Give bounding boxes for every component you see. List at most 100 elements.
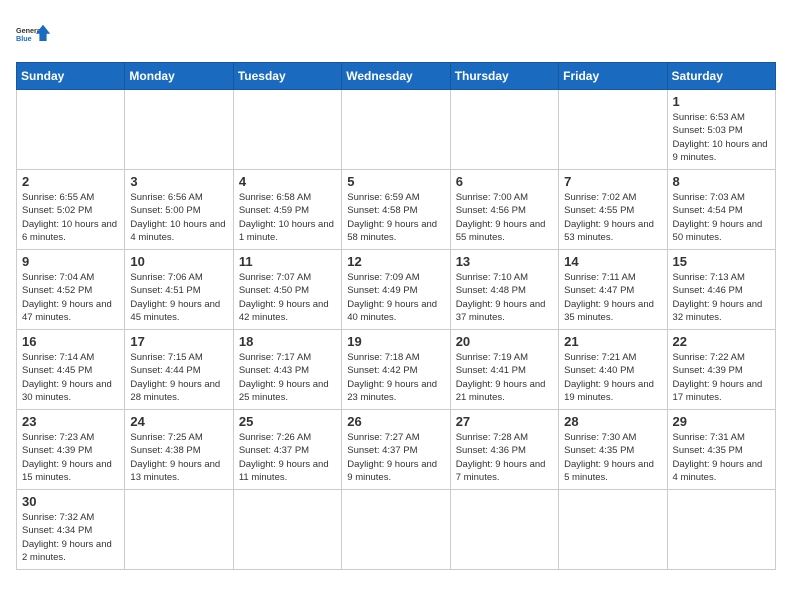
day-number: 2	[22, 174, 119, 189]
day-number: 15	[673, 254, 770, 269]
day-cell: 15 Sunrise: 7:13 AM Sunset: 4:46 PM Dayli…	[667, 250, 775, 330]
day-cell: 1 Sunrise: 6:53 AM Sunset: 5:03 PM Daylig…	[667, 90, 775, 170]
day-cell	[342, 90, 450, 170]
day-cell: 10 Sunrise: 7:06 AM Sunset: 4:51 PM Dayli…	[125, 250, 233, 330]
day-cell	[450, 490, 558, 570]
day-number: 30	[22, 494, 119, 509]
day-number: 17	[130, 334, 227, 349]
day-cell: 20 Sunrise: 7:19 AM Sunset: 4:41 PM Dayli…	[450, 330, 558, 410]
day-info: Sunrise: 7:02 AM Sunset: 4:55 PM Dayligh…	[564, 191, 661, 244]
day-cell: 24Sunrise: 7:25 AM Sunset: 4:38 PM Dayli…	[125, 410, 233, 490]
day-cell	[17, 90, 125, 170]
day-number: 8	[673, 174, 770, 189]
day-number: 1	[673, 94, 770, 109]
day-cell: 13Sunrise: 7:10 AM Sunset: 4:48 PM Dayli…	[450, 250, 558, 330]
day-cell: 14 Sunrise: 7:11 AM Sunset: 4:47 PM Dayli…	[559, 250, 667, 330]
page-header: GeneralBlue	[16, 16, 776, 52]
header-cell-monday: Monday	[125, 63, 233, 90]
day-number: 16	[22, 334, 119, 349]
day-info: Sunrise: 7:14 AM Sunset: 4:45 PM Dayligh…	[22, 351, 119, 404]
day-number: 10	[130, 254, 227, 269]
day-cell: 29Sunrise: 7:31 AM Sunset: 4:35 PM Dayli…	[667, 410, 775, 490]
day-cell: 3 Sunrise: 6:56 AM Sunset: 5:00 PM Daylig…	[125, 170, 233, 250]
day-info: Sunrise: 7:11 AM Sunset: 4:47 PM Dayligh…	[564, 271, 661, 324]
day-cell: 22 Sunrise: 7:22 AM Sunset: 4:39 PM Dayli…	[667, 330, 775, 410]
day-info: Sunrise: 7:30 AM Sunset: 4:35 PM Dayligh…	[564, 431, 661, 484]
day-info: Sunrise: 6:59 AM Sunset: 4:58 PM Dayligh…	[347, 191, 444, 244]
day-number: 19	[347, 334, 444, 349]
day-info: Sunrise: 7:06 AM Sunset: 4:51 PM Dayligh…	[130, 271, 227, 324]
day-cell: 23Sunrise: 7:23 AM Sunset: 4:39 PM Dayli…	[17, 410, 125, 490]
day-cell: 19Sunrise: 7:18 AM Sunset: 4:42 PM Dayli…	[342, 330, 450, 410]
day-number: 23	[22, 414, 119, 429]
day-number: 28	[564, 414, 661, 429]
logo-icon: GeneralBlue	[16, 16, 52, 52]
header-cell-tuesday: Tuesday	[233, 63, 341, 90]
day-info: Sunrise: 7:32 AM Sunset: 4:34 PM Dayligh…	[22, 511, 119, 564]
day-cell: 30 Sunrise: 7:32 AM Sunset: 4:34 PM Dayli…	[17, 490, 125, 570]
day-cell: 11 Sunrise: 7:07 AM Sunset: 4:50 PM Dayli…	[233, 250, 341, 330]
day-cell: 26Sunrise: 7:27 AM Sunset: 4:37 PM Dayli…	[342, 410, 450, 490]
day-cell	[559, 490, 667, 570]
day-cell	[667, 490, 775, 570]
day-number: 24	[130, 414, 227, 429]
day-cell	[559, 90, 667, 170]
day-number: 7	[564, 174, 661, 189]
week-row-3: 9 Sunrise: 7:04 AM Sunset: 4:52 PM Daylig…	[17, 250, 776, 330]
day-cell: 2 Sunrise: 6:55 AM Sunset: 5:02 PM Daylig…	[17, 170, 125, 250]
day-number: 18	[239, 334, 336, 349]
day-number: 12	[347, 254, 444, 269]
day-info: Sunrise: 6:58 AM Sunset: 4:59 PM Dayligh…	[239, 191, 336, 244]
day-info: Sunrise: 6:56 AM Sunset: 5:00 PM Dayligh…	[130, 191, 227, 244]
day-number: 14	[564, 254, 661, 269]
day-cell: 6 Sunrise: 7:00 AM Sunset: 4:56 PM Daylig…	[450, 170, 558, 250]
day-cell: 9 Sunrise: 7:04 AM Sunset: 4:52 PM Daylig…	[17, 250, 125, 330]
header-row: SundayMondayTuesdayWednesdayThursdayFrid…	[17, 63, 776, 90]
day-number: 9	[22, 254, 119, 269]
day-info: Sunrise: 7:22 AM Sunset: 4:39 PM Dayligh…	[673, 351, 770, 404]
day-cell: 27Sunrise: 7:28 AM Sunset: 4:36 PM Dayli…	[450, 410, 558, 490]
day-info: Sunrise: 7:07 AM Sunset: 4:50 PM Dayligh…	[239, 271, 336, 324]
day-cell	[233, 490, 341, 570]
day-info: Sunrise: 7:15 AM Sunset: 4:44 PM Dayligh…	[130, 351, 227, 404]
calendar-table: SundayMondayTuesdayWednesdayThursdayFrid…	[16, 62, 776, 570]
day-info: Sunrise: 7:31 AM Sunset: 4:35 PM Dayligh…	[673, 431, 770, 484]
svg-text:Blue: Blue	[16, 34, 32, 43]
day-number: 25	[239, 414, 336, 429]
week-row-2: 2 Sunrise: 6:55 AM Sunset: 5:02 PM Daylig…	[17, 170, 776, 250]
day-info: Sunrise: 7:04 AM Sunset: 4:52 PM Dayligh…	[22, 271, 119, 324]
day-number: 3	[130, 174, 227, 189]
day-info: Sunrise: 7:09 AM Sunset: 4:49 PM Dayligh…	[347, 271, 444, 324]
day-number: 21	[564, 334, 661, 349]
day-cell: 16 Sunrise: 7:14 AM Sunset: 4:45 PM Dayli…	[17, 330, 125, 410]
day-cell: 7 Sunrise: 7:02 AM Sunset: 4:55 PM Daylig…	[559, 170, 667, 250]
logo: GeneralBlue	[16, 16, 52, 52]
day-info: Sunrise: 7:00 AM Sunset: 4:56 PM Dayligh…	[456, 191, 553, 244]
day-number: 11	[239, 254, 336, 269]
day-info: Sunrise: 6:53 AM Sunset: 5:03 PM Dayligh…	[673, 111, 770, 164]
day-number: 20	[456, 334, 553, 349]
day-cell	[450, 90, 558, 170]
day-info: Sunrise: 7:13 AM Sunset: 4:46 PM Dayligh…	[673, 271, 770, 324]
day-cell: 21 Sunrise: 7:21 AM Sunset: 4:40 PM Dayli…	[559, 330, 667, 410]
header-cell-sunday: Sunday	[17, 63, 125, 90]
week-row-4: 16 Sunrise: 7:14 AM Sunset: 4:45 PM Dayli…	[17, 330, 776, 410]
header-cell-thursday: Thursday	[450, 63, 558, 90]
day-cell: 18Sunrise: 7:17 AM Sunset: 4:43 PM Dayli…	[233, 330, 341, 410]
day-info: Sunrise: 6:55 AM Sunset: 5:02 PM Dayligh…	[22, 191, 119, 244]
day-number: 4	[239, 174, 336, 189]
day-info: Sunrise: 7:26 AM Sunset: 4:37 PM Dayligh…	[239, 431, 336, 484]
week-row-5: 23Sunrise: 7:23 AM Sunset: 4:39 PM Dayli…	[17, 410, 776, 490]
day-number: 13	[456, 254, 553, 269]
day-info: Sunrise: 7:21 AM Sunset: 4:40 PM Dayligh…	[564, 351, 661, 404]
day-info: Sunrise: 7:27 AM Sunset: 4:37 PM Dayligh…	[347, 431, 444, 484]
day-number: 6	[456, 174, 553, 189]
day-cell: 5Sunrise: 6:59 AM Sunset: 4:58 PM Daylig…	[342, 170, 450, 250]
day-number: 27	[456, 414, 553, 429]
day-info: Sunrise: 7:19 AM Sunset: 4:41 PM Dayligh…	[456, 351, 553, 404]
header-cell-wednesday: Wednesday	[342, 63, 450, 90]
day-cell: 28 Sunrise: 7:30 AM Sunset: 4:35 PM Dayli…	[559, 410, 667, 490]
day-number: 22	[673, 334, 770, 349]
day-cell	[125, 490, 233, 570]
day-cell: 17 Sunrise: 7:15 AM Sunset: 4:44 PM Dayli…	[125, 330, 233, 410]
